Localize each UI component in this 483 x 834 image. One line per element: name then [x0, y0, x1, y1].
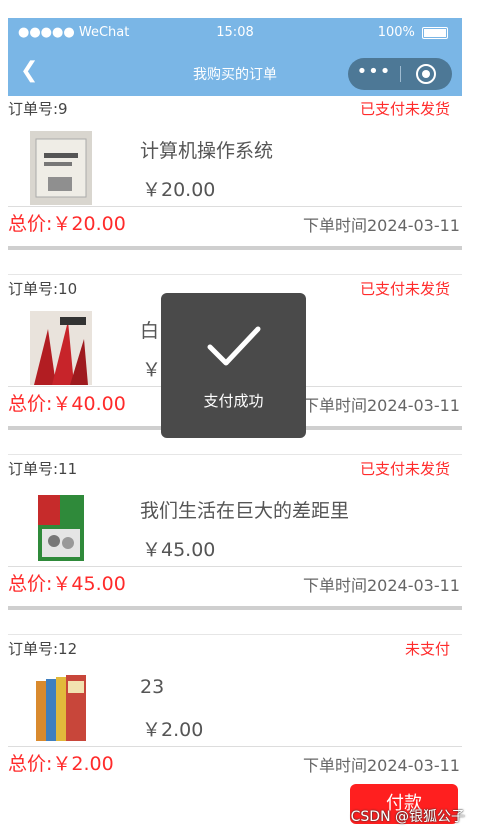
- book-price: ￥: [142, 359, 162, 381]
- divider: [8, 274, 462, 275]
- battery-status: 100%: [378, 25, 448, 40]
- checkmark-icon: [207, 326, 261, 366]
- book-title: 我们生活在巨大的差距里: [140, 500, 350, 522]
- order-time: 下单时间2024-03-11: [303, 216, 460, 235]
- battery-percent: 100%: [377, 25, 415, 40]
- book-price: ￥20.00: [142, 179, 216, 201]
- navigation-bar: ❮ 我购买的订单 •••: [8, 48, 462, 96]
- book-price: ￥2.00: [142, 719, 204, 741]
- book-cover-image: [30, 311, 92, 385]
- order-card[interactable]: 订单号:11 已支付未发货 我们生活在巨大的差距里 ￥45.00 总价:￥45.…: [8, 458, 462, 638]
- toast-message: 支付成功: [203, 392, 264, 410]
- divider: [8, 566, 462, 567]
- order-number: 订单号:10: [8, 280, 78, 298]
- divider: [8, 454, 462, 455]
- book-cover-image: [30, 671, 92, 745]
- order-total: 总价:￥20.00: [8, 213, 126, 235]
- phone-screen: ●●●●● WeChat 15:08 100% ❮ 我购买的订单 ••• 订单号…: [8, 18, 462, 834]
- order-total: 总价:￥45.00: [8, 573, 126, 595]
- order-time: 下单时间2024-03-11: [303, 396, 460, 415]
- miniprogram-capsule: •••: [348, 58, 452, 90]
- divider: [8, 634, 462, 635]
- capsule-divider: [400, 66, 401, 82]
- order-number: 订单号:12: [8, 640, 78, 658]
- order-status: 未支付: [404, 640, 450, 658]
- order-total: 总价:￥2.00: [8, 753, 114, 775]
- watermark: CSDN @银狐公子: [350, 809, 465, 825]
- book-cover-image: [30, 131, 92, 205]
- book-cover-image: [30, 491, 92, 565]
- book-title: 23: [140, 676, 165, 698]
- section-separator: [8, 606, 462, 610]
- order-status: 已支付未发货: [359, 460, 450, 478]
- order-time: 下单时间2024-03-11: [303, 756, 460, 775]
- divider: [8, 746, 462, 747]
- order-total: 总价:￥40.00: [8, 393, 126, 415]
- book-title: 计算机操作系统: [140, 140, 274, 162]
- payment-success-toast: 支付成功: [161, 293, 306, 438]
- order-number: 订单号:9: [8, 100, 68, 118]
- more-icon[interactable]: •••: [348, 58, 400, 90]
- divider: [8, 206, 462, 207]
- order-status: 已支付未发货: [359, 280, 450, 298]
- book-title: 白: [140, 320, 160, 342]
- order-number: 订单号:11: [8, 460, 78, 478]
- order-card[interactable]: 订单号:9 已支付未发货 计算机操作系统 ￥20.00 总价:￥20.00 下单…: [8, 98, 462, 278]
- book-price: ￥45.00: [142, 539, 216, 561]
- status-bar: ●●●●● WeChat 15:08 100%: [8, 18, 462, 48]
- section-separator: [8, 246, 462, 250]
- order-status: 已支付未发货: [359, 100, 450, 118]
- order-time: 下单时间2024-03-11: [303, 576, 460, 595]
- battery-icon: [422, 26, 448, 39]
- close-miniprogram-icon[interactable]: [416, 64, 436, 84]
